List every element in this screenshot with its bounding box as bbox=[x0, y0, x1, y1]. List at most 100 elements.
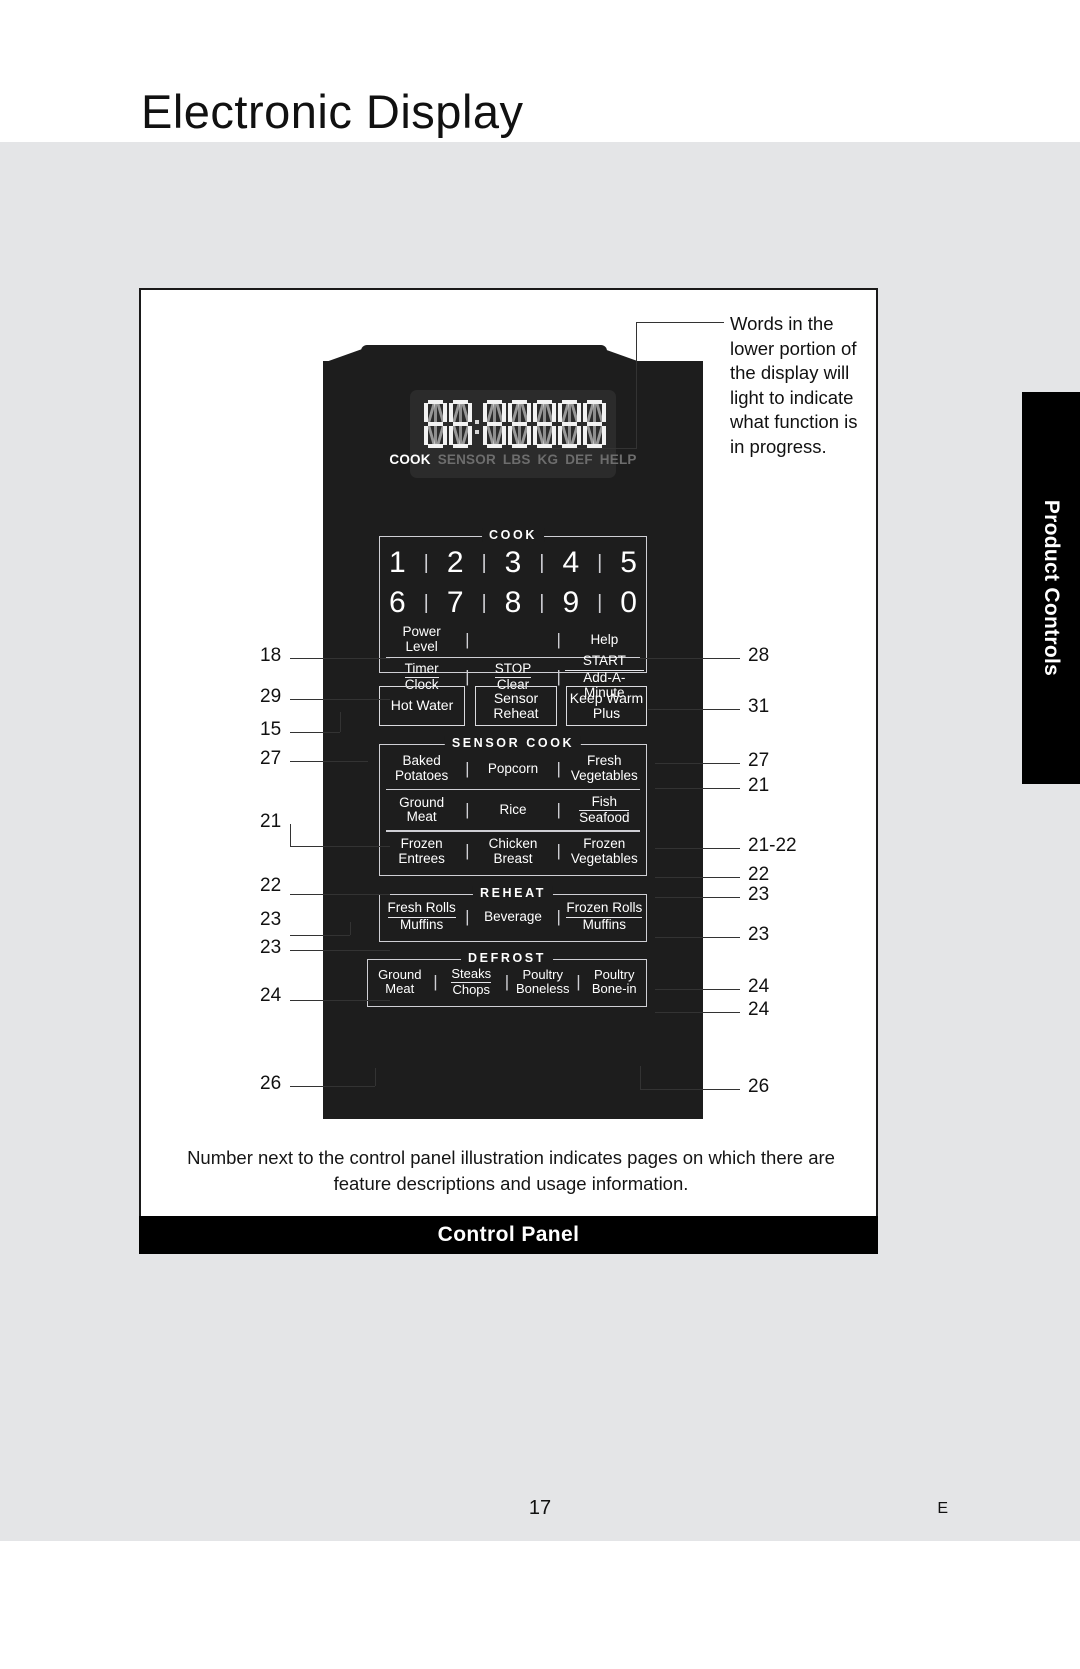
frozen-entrees-line2: Entrees bbox=[398, 850, 445, 866]
frozen-vegetables-line1: Frozen bbox=[583, 836, 626, 852]
manual-page: Electronic Display Product Controls Word… bbox=[0, 0, 1080, 1669]
defrost-steaks-line1: Steaks bbox=[451, 966, 492, 983]
frozen-vegetables-line2: Vegetables bbox=[570, 850, 638, 866]
callout-24-right-a: 24 bbox=[748, 976, 770, 997]
callout-27-left: 27 bbox=[260, 748, 282, 769]
defrost-poultry-boneless-button[interactable]: Poultry Boneless bbox=[511, 967, 575, 996]
key-divider: | bbox=[465, 906, 470, 926]
rice-button[interactable]: Rice bbox=[471, 802, 554, 818]
cook-group-legend: COOK bbox=[482, 528, 544, 542]
defrost-group: DEFROST Ground Meat | Steaks Chops | Poult… bbox=[367, 951, 647, 1007]
frozen-rolls-muffins-button[interactable]: Frozen Rolls Muffins bbox=[563, 901, 646, 932]
callout-22-right: 22 bbox=[748, 864, 770, 885]
lcd-digit bbox=[533, 399, 556, 448]
baked-potatoes-button[interactable]: Baked Potatoes bbox=[380, 754, 463, 783]
sensor-reheat-button[interactable]: Sensor Reheat bbox=[475, 686, 557, 726]
cook-key-2[interactable]: 2 bbox=[447, 546, 464, 580]
keep-warm-plus-button[interactable]: Keep Warm Plus bbox=[566, 686, 647, 726]
key-divider: | bbox=[504, 971, 510, 991]
hot-water-label: Hot Water bbox=[390, 697, 454, 714]
page-number: 17 bbox=[528, 1497, 552, 1519]
cook-key-6[interactable]: 6 bbox=[389, 586, 406, 620]
key-divider: | bbox=[597, 591, 603, 614]
key-divider: | bbox=[556, 906, 561, 926]
callout-leader-23-left-b bbox=[290, 950, 390, 951]
cook-key-3[interactable]: 3 bbox=[505, 546, 522, 580]
sensor-cook-row-1: Baked Potatoes | Popcorn | Fresh Vegetable… bbox=[380, 749, 646, 789]
callout-26-right: 26 bbox=[748, 1076, 770, 1097]
sensor-cook-row-2: Ground Meat | Rice | Fish Seafood bbox=[380, 790, 646, 830]
lcd-indicator-sensor: SENSOR bbox=[437, 452, 496, 467]
key-divider: | bbox=[465, 629, 470, 649]
sensor-reheat-line2: Reheat bbox=[493, 705, 539, 721]
cook-key-0[interactable]: 0 bbox=[620, 586, 637, 620]
popcorn-button[interactable]: Popcorn bbox=[471, 761, 554, 777]
cook-key-4[interactable]: 4 bbox=[562, 546, 579, 580]
key-divider: | bbox=[481, 591, 487, 614]
callout-leader-22-right bbox=[655, 877, 740, 878]
callout-leader-23-left-a-v bbox=[350, 922, 351, 935]
callout-29: 29 bbox=[260, 686, 282, 707]
callout-18: 18 bbox=[260, 645, 282, 666]
callout-leader-22-left bbox=[290, 894, 390, 895]
frozen-entrees-line1: Frozen bbox=[400, 836, 443, 852]
key-divider: | bbox=[433, 971, 438, 991]
sensor-cook-row-3: Frozen Entrees | Chicken Breast | Frozen Ve… bbox=[380, 832, 646, 872]
frozen-entrees-button[interactable]: Frozen Entrees bbox=[380, 836, 463, 866]
cook-key-7[interactable]: 7 bbox=[447, 586, 464, 620]
help-button[interactable]: Help bbox=[563, 632, 646, 648]
cook-key-5[interactable]: 5 bbox=[620, 546, 637, 580]
callout-leader-29 bbox=[290, 699, 390, 700]
chicken-breast-button[interactable]: Chicken Breast bbox=[471, 836, 554, 866]
key-divider: | bbox=[465, 667, 470, 687]
callout-leader-21-22 bbox=[655, 848, 740, 849]
fresh-vegetables-button[interactable]: Fresh Vegetables bbox=[563, 754, 646, 783]
callout-leader-23-right-a bbox=[655, 897, 740, 898]
key-divider: | bbox=[576, 971, 581, 991]
ground-meat-sensor-button[interactable]: Ground Meat bbox=[380, 795, 463, 825]
lcd-indicator-cook: COOK bbox=[389, 452, 431, 467]
key-divider: | bbox=[465, 800, 470, 820]
chicken-breast-line2: Breast bbox=[493, 850, 533, 866]
cook-key-9[interactable]: 9 bbox=[562, 586, 579, 620]
baked-potatoes-line1: Baked bbox=[402, 753, 441, 769]
callout-24-right-b: 24 bbox=[748, 999, 770, 1020]
section-side-tab-label: Product Controls bbox=[1040, 499, 1063, 677]
key-divider: | bbox=[556, 841, 561, 861]
lcd-indicator-help: HELP bbox=[599, 452, 637, 467]
callout-leader-18 bbox=[290, 658, 390, 659]
beverage-label: Beverage bbox=[484, 908, 542, 924]
fresh-rolls-muffins-button[interactable]: Fresh Rolls Muffins bbox=[380, 901, 463, 932]
power-level-button[interactable]: Power Level bbox=[380, 625, 463, 654]
frozen-vegetables-button[interactable]: Frozen Vegetables bbox=[563, 836, 646, 866]
beverage-button[interactable]: Beverage bbox=[471, 908, 554, 925]
defrost-bonein-line1: Poultry bbox=[594, 966, 635, 982]
power-level-line2: Level bbox=[405, 639, 438, 654]
cook-key-8[interactable]: 8 bbox=[505, 586, 522, 620]
lcd-indicator-kg: KG bbox=[537, 452, 559, 467]
keep-warm-line2: Plus bbox=[592, 705, 621, 721]
defrost-ground-meat-button[interactable]: Ground Meat bbox=[368, 967, 432, 996]
cook-key-1[interactable]: 1 bbox=[389, 546, 406, 580]
lcd-indicator-lbs: LBS bbox=[502, 452, 531, 467]
callout-22-left: 22 bbox=[260, 875, 282, 896]
defrost-steaks-chops-button[interactable]: Steaks Chops bbox=[440, 966, 504, 997]
cook-number-row-1: 1 | 2 | 3 | 4 | 5 bbox=[380, 543, 646, 583]
keep-warm-line1: Keep Warm bbox=[569, 689, 644, 706]
callout-leader-23-right-b bbox=[655, 937, 740, 938]
figure-caption: Number next to the control panel illustr… bbox=[187, 1147, 835, 1195]
lcd-digit bbox=[558, 399, 581, 448]
lcd-digit bbox=[449, 399, 472, 448]
display-note-text: Words in the lower portion of the displa… bbox=[730, 313, 858, 457]
defrost-poultry-bone-in-button[interactable]: Poultry Bone-in bbox=[583, 966, 647, 996]
fish-seafood-button[interactable]: Fish Seafood bbox=[563, 794, 646, 826]
callout-leader-31 bbox=[648, 709, 740, 710]
callout-leader-21-left bbox=[290, 846, 390, 847]
callout-21-right: 21 bbox=[748, 775, 770, 796]
callout-23-right-b: 23 bbox=[748, 924, 770, 945]
hot-water-button[interactable]: Hot Water bbox=[379, 686, 465, 726]
callout-leader-21-left-v bbox=[290, 824, 291, 846]
chicken-breast-line1: Chicken bbox=[488, 836, 538, 852]
callout-23-right-a: 23 bbox=[748, 884, 770, 905]
defrost-group-legend: DEFROST bbox=[461, 951, 553, 965]
